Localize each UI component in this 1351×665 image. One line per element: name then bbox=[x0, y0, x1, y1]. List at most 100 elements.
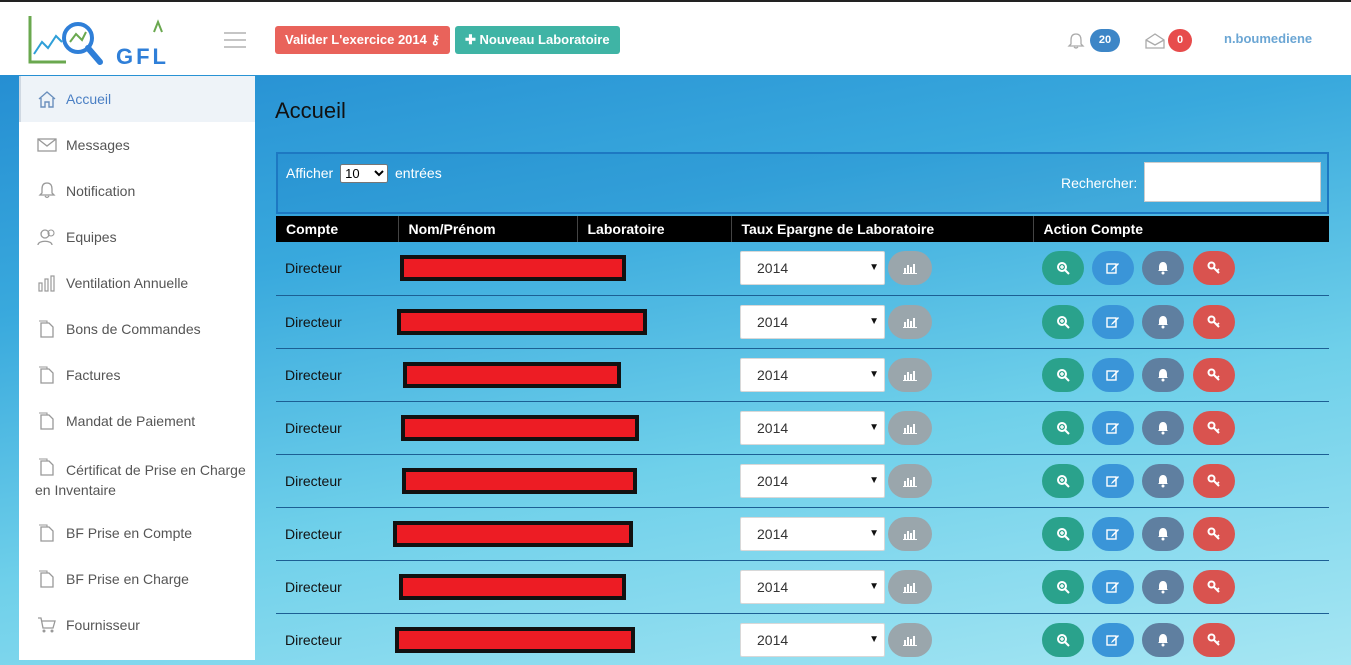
edit-button[interactable] bbox=[1092, 251, 1134, 286]
view-button[interactable] bbox=[1042, 516, 1084, 551]
chart-button[interactable] bbox=[888, 304, 932, 339]
chart-button[interactable] bbox=[888, 410, 932, 445]
year-select[interactable]: 2014 ▼ bbox=[740, 516, 885, 551]
sidebar-item-certificat[interactable]: Cértificat de Prise en Charge en Inventa… bbox=[19, 444, 255, 510]
table-row: Directeur 2014 ▼ bbox=[276, 613, 1329, 665]
edit-button[interactable] bbox=[1092, 622, 1134, 657]
reset-password-button[interactable] bbox=[1193, 304, 1235, 339]
reset-password-button[interactable] bbox=[1193, 357, 1235, 392]
column-header-compte[interactable]: Compte bbox=[276, 216, 399, 242]
view-button[interactable] bbox=[1042, 357, 1084, 392]
notify-button[interactable] bbox=[1142, 251, 1184, 286]
bell-icon[interactable] bbox=[1067, 32, 1085, 50]
reset-password-button[interactable] bbox=[1193, 251, 1235, 286]
new-laboratory-button[interactable]: ✚ Nouveau Laboratoire bbox=[455, 26, 620, 54]
notify-button[interactable] bbox=[1142, 410, 1184, 445]
bell-icon bbox=[38, 182, 56, 199]
reset-password-button[interactable] bbox=[1193, 410, 1235, 445]
sidebar-item-bf-compte[interactable]: BF Prise en Compte bbox=[19, 510, 255, 556]
message-count-badge[interactable]: 0 bbox=[1168, 29, 1192, 52]
notify-button[interactable] bbox=[1142, 304, 1184, 339]
sidebar-item-bons-commandes[interactable]: Bons de Commandes bbox=[19, 306, 255, 352]
sidebar-item-notification[interactable]: Notification bbox=[19, 168, 255, 214]
menu-toggle-icon[interactable] bbox=[224, 32, 246, 48]
notify-button[interactable] bbox=[1142, 622, 1184, 657]
cell-compte: Directeur bbox=[276, 613, 398, 665]
chart-button[interactable] bbox=[888, 622, 932, 657]
chart-button[interactable] bbox=[888, 569, 932, 604]
edit-button[interactable] bbox=[1092, 569, 1134, 604]
view-button[interactable] bbox=[1042, 304, 1084, 339]
year-select[interactable]: 2014 ▼ bbox=[740, 357, 885, 392]
view-button[interactable] bbox=[1042, 569, 1084, 604]
chart-button[interactable] bbox=[888, 516, 932, 551]
page-length-select[interactable]: 10 bbox=[340, 164, 389, 183]
edit-button[interactable] bbox=[1092, 463, 1134, 498]
view-button[interactable] bbox=[1042, 251, 1084, 286]
zoom-in-icon bbox=[1057, 315, 1070, 329]
notification-count-badge[interactable]: 20 bbox=[1090, 29, 1120, 52]
year-select[interactable]: 2014 ▼ bbox=[740, 410, 885, 445]
cell-actions bbox=[1033, 454, 1329, 508]
year-select[interactable]: 2014 ▼ bbox=[740, 463, 885, 498]
bell-icon bbox=[1158, 474, 1168, 487]
year-select[interactable]: 2014 ▼ bbox=[740, 304, 885, 339]
chart-button[interactable] bbox=[888, 463, 932, 498]
notify-button[interactable] bbox=[1142, 569, 1184, 604]
cell-compte: Directeur bbox=[276, 560, 398, 614]
column-header-action[interactable]: Action Compte bbox=[1033, 216, 1329, 242]
sidebar-item-messages[interactable]: Messages bbox=[19, 122, 255, 168]
table-row: Directeur 2014 ▼ bbox=[276, 401, 1329, 455]
sidebar-item-accueil[interactable]: Accueil bbox=[19, 76, 255, 122]
notify-button[interactable] bbox=[1142, 516, 1184, 551]
chart-button[interactable] bbox=[888, 357, 932, 392]
column-header-laboratoire[interactable]: Laboratoire bbox=[577, 216, 732, 242]
sidebar-item-equipes[interactable]: Equipes bbox=[19, 214, 255, 260]
cell-taux: 2014 ▼ bbox=[731, 348, 1033, 402]
redacted-block bbox=[402, 467, 637, 494]
search-input[interactable] bbox=[1144, 162, 1321, 202]
edit-button[interactable] bbox=[1092, 516, 1134, 551]
edit-icon bbox=[1106, 475, 1119, 487]
key-icon bbox=[1207, 368, 1220, 381]
year-select[interactable]: 2014 ▼ bbox=[740, 251, 885, 286]
edit-button[interactable] bbox=[1092, 410, 1134, 445]
validate-exercise-button[interactable]: Valider L'exercice 2014 ⚷ bbox=[275, 26, 451, 54]
gfl-logo[interactable]: GFL bbox=[26, 12, 176, 72]
envelope-icon[interactable] bbox=[1145, 33, 1165, 49]
sidebar-item-fournisseur[interactable]: Fournisseur bbox=[19, 602, 255, 648]
reset-password-button[interactable] bbox=[1193, 569, 1235, 604]
edit-button[interactable] bbox=[1092, 304, 1134, 339]
cell-taux: 2014 ▼ bbox=[731, 295, 1033, 349]
year-select[interactable]: 2014 ▼ bbox=[740, 622, 885, 657]
redacted-block bbox=[400, 255, 626, 282]
reset-password-button[interactable] bbox=[1193, 622, 1235, 657]
envelope-icon bbox=[37, 138, 57, 152]
zoom-in-icon bbox=[1057, 474, 1070, 488]
page-title: Accueil bbox=[275, 98, 346, 123]
view-button[interactable] bbox=[1042, 410, 1084, 445]
edit-button[interactable] bbox=[1092, 357, 1134, 392]
sidebar-item-bf-charge[interactable]: BF Prise en Charge bbox=[19, 556, 255, 602]
cell-nom-laboratoire bbox=[398, 454, 731, 508]
cell-actions bbox=[1033, 401, 1329, 455]
document-icon bbox=[39, 524, 54, 542]
sidebar-item-ventilation[interactable]: Ventilation Annuelle bbox=[19, 260, 255, 306]
sidebar-item-factures[interactable]: Factures bbox=[19, 352, 255, 398]
view-button[interactable] bbox=[1042, 463, 1084, 498]
reset-password-button[interactable] bbox=[1193, 516, 1235, 551]
user-menu[interactable]: n.boumediene bbox=[1224, 31, 1312, 46]
notify-button[interactable] bbox=[1142, 463, 1184, 498]
cell-taux: 2014 ▼ bbox=[731, 401, 1033, 455]
sidebar-item-mandat[interactable]: Mandat de Paiement bbox=[19, 398, 255, 444]
bell-icon bbox=[1158, 527, 1168, 540]
chart-button[interactable] bbox=[888, 251, 932, 286]
year-select[interactable]: 2014 ▼ bbox=[740, 569, 885, 604]
view-button[interactable] bbox=[1042, 622, 1084, 657]
chevron-down-icon: ▼ bbox=[869, 527, 879, 539]
column-header-taux[interactable]: Taux Epargne de Laboratoire bbox=[731, 216, 1034, 242]
column-header-nom[interactable]: Nom/Prénom bbox=[398, 216, 578, 242]
notify-button[interactable] bbox=[1142, 357, 1184, 392]
reset-password-button[interactable] bbox=[1193, 463, 1235, 498]
redacted-block bbox=[393, 520, 633, 547]
